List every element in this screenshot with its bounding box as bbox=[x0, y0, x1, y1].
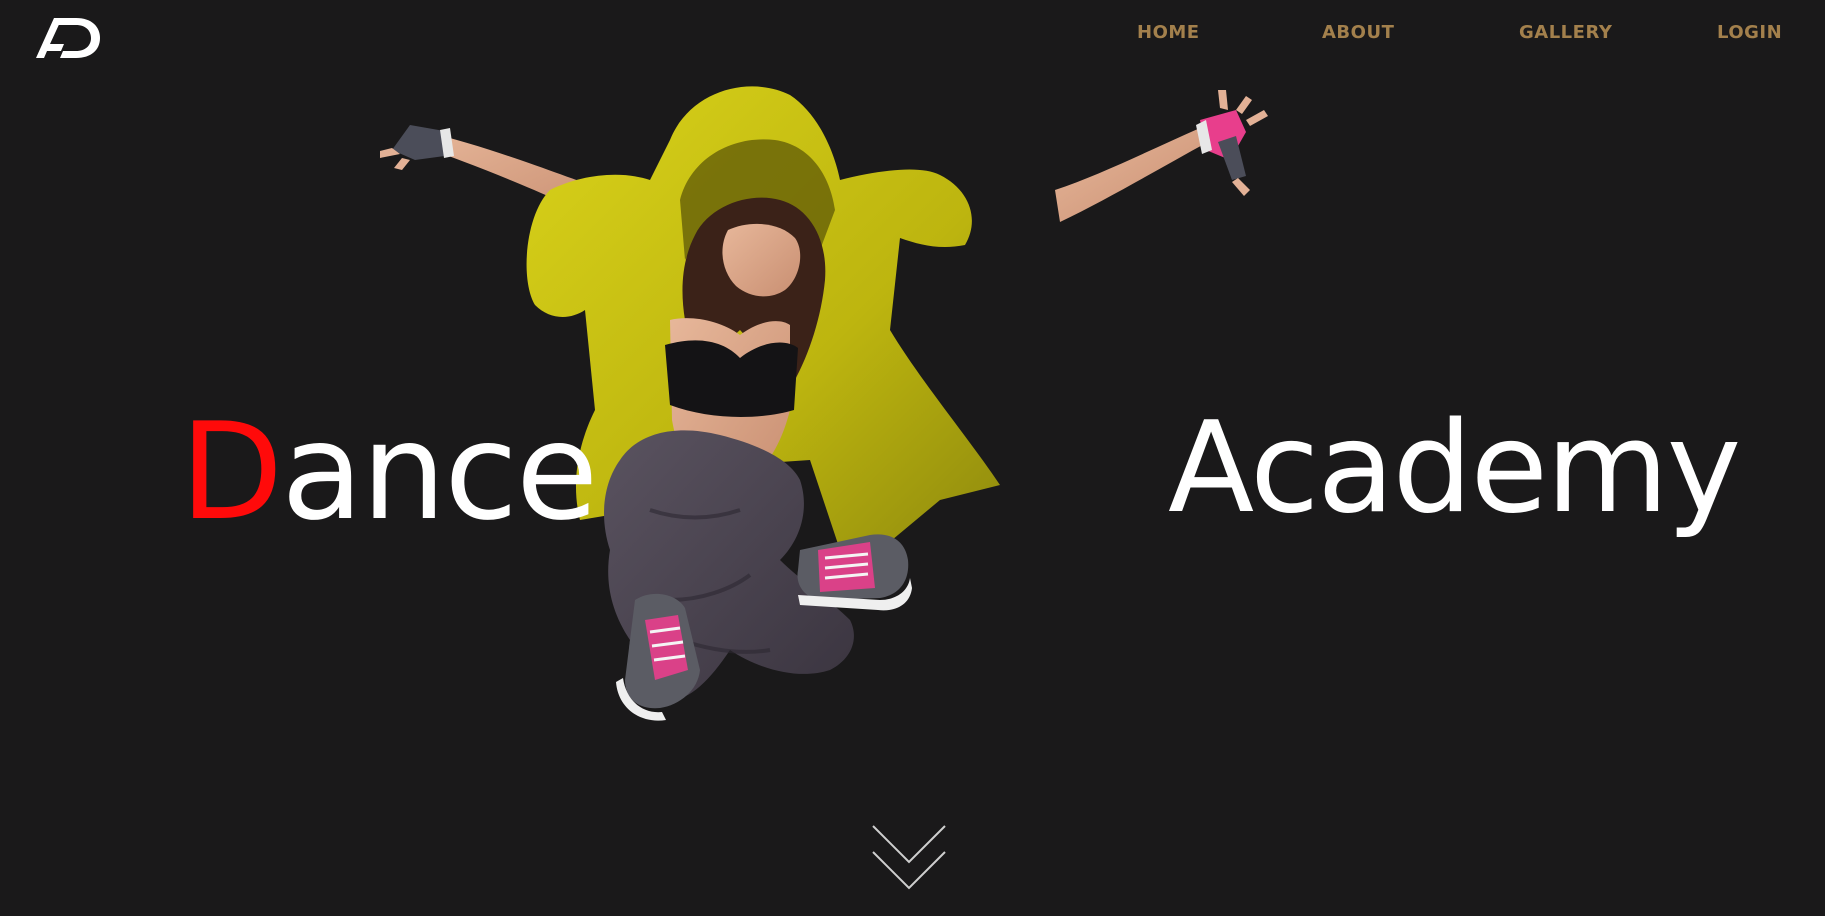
landing-page: HOME ABOUT GALLERY LOGIN Dance Academy bbox=[0, 0, 1825, 916]
ad-logo-icon[interactable] bbox=[34, 14, 102, 60]
nav-about-link[interactable]: ABOUT bbox=[1322, 22, 1394, 43]
nav-gallery-link[interactable]: GALLERY bbox=[1519, 22, 1612, 43]
nav-login-link[interactable]: LOGIN bbox=[1717, 22, 1782, 43]
nav-home-link[interactable]: HOME bbox=[1137, 22, 1200, 43]
hero-title-initial: D bbox=[180, 394, 283, 550]
hero-title-rest: ance bbox=[281, 394, 598, 550]
hero-title-academy: Academy bbox=[1168, 394, 1741, 541]
hero-title-dance: Dance bbox=[180, 405, 598, 539]
double-chevron-down-icon[interactable] bbox=[869, 822, 949, 894]
